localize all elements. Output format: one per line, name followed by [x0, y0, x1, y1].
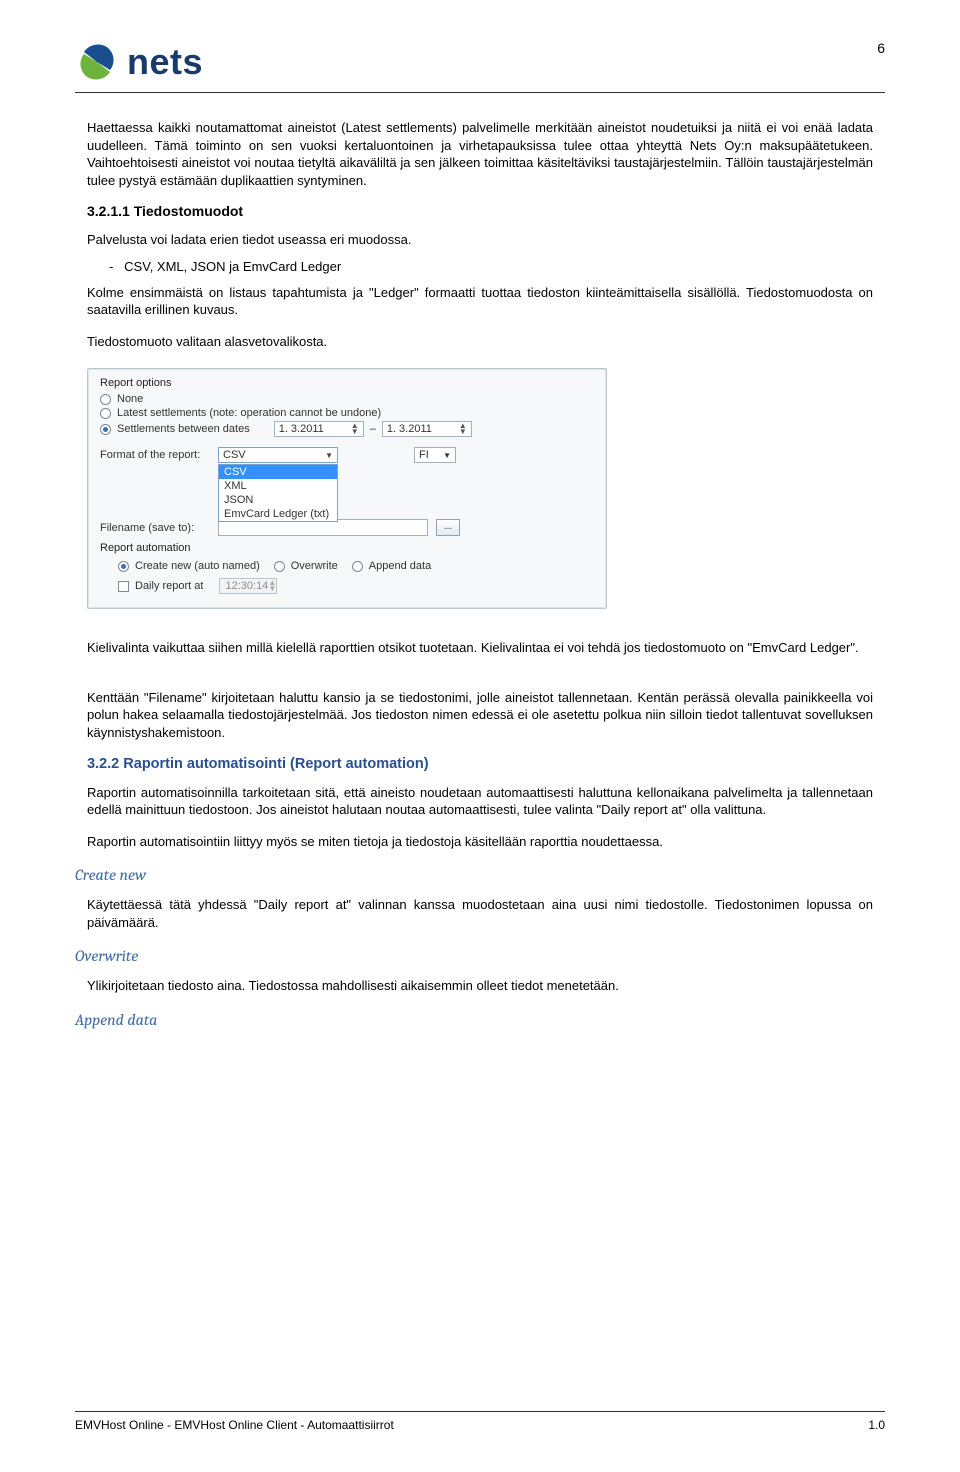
paragraph: Kenttään "Filename" kirjoitetaan haluttu… — [87, 689, 873, 742]
format-combo[interactable]: CSV ▼ CSV XML JSON EmvCard Ledger (txt) — [218, 447, 338, 463]
radio-icon — [352, 561, 363, 572]
date-from-input[interactable]: 1. 3.2011 ▲▼ — [274, 421, 364, 437]
radio-between-dates[interactable]: Settlements between dates 1. 3.2011 ▲▼ –… — [100, 421, 594, 437]
radio-none[interactable]: None — [100, 393, 594, 405]
radio-append-data[interactable]: Append data — [352, 560, 431, 572]
radio-label: Overwrite — [291, 560, 338, 572]
spinner-icon: ▲▼ — [459, 423, 467, 435]
section-heading-automation: 3.2.2 Raportin automatisointi (Report au… — [87, 756, 873, 772]
date-separator: – — [370, 423, 376, 435]
document-content: Haettaessa kaikki noutamattomat aineisto… — [75, 119, 885, 1029]
report-options-panel: Report options None Latest settlements (… — [87, 368, 607, 609]
daily-report-checkbox[interactable] — [118, 581, 129, 592]
time-value: 12:30:14 — [225, 580, 268, 592]
radio-icon — [100, 394, 111, 405]
filename-label: Filename (save to): — [100, 522, 210, 534]
section-heading-tiedostomuodot: 3.2.1.1 Tiedostomuodot — [87, 203, 873, 219]
combo-value: CSV — [223, 449, 246, 461]
page-header: nets 6 — [75, 40, 885, 93]
group-title: Report options — [100, 377, 594, 389]
format-label: Format of the report: — [100, 449, 210, 461]
radio-latest-settlements[interactable]: Latest settlements (note: operation cann… — [100, 407, 594, 419]
list-text: CSV, XML, JSON ja EmvCard Ledger — [124, 259, 341, 274]
paragraph: Käytettäessä tätä yhdessä "Daily report … — [87, 896, 873, 931]
embedded-screenshot: Report options None Latest settlements (… — [87, 368, 873, 609]
logo: nets — [75, 40, 203, 84]
group-title-automation: Report automation — [100, 542, 594, 554]
paragraph: Ylikirjoitetaan tiedosto aina. Tiedostos… — [87, 977, 873, 995]
page-number: 6 — [877, 40, 885, 56]
chevron-down-icon: ▼ — [443, 451, 451, 460]
radio-icon — [100, 408, 111, 419]
radio-overwrite[interactable]: Overwrite — [274, 560, 338, 572]
checkbox-label: Daily report at — [135, 580, 203, 592]
combo-value: FI — [419, 449, 429, 461]
subheading-append-data: Append data — [75, 1011, 873, 1029]
format-combo-dropdown: CSV XML JSON EmvCard Ledger (txt) — [218, 464, 338, 522]
spinner-icon: ▲▼ — [351, 423, 359, 435]
logo-mark-icon — [75, 40, 119, 84]
paragraph: Raportin automatisointiin liittyy myös s… — [87, 833, 873, 851]
page-footer: EMVHost Online - EMVHost Online Client -… — [75, 1411, 885, 1432]
date-to-input[interactable]: 1. 3.2011 ▲▼ — [382, 421, 472, 437]
paragraph: Kolme ensimmäistä on listaus tapahtumist… — [87, 284, 873, 319]
time-input[interactable]: 12:30:14 ▲▼ — [219, 578, 277, 594]
radio-label: None — [117, 393, 143, 405]
subheading-overwrite: Overwrite — [75, 947, 873, 965]
radio-label: Latest settlements (note: operation cann… — [117, 407, 381, 419]
language-combo[interactable]: FI ▼ — [414, 447, 456, 463]
radio-icon — [274, 561, 285, 572]
subheading-create-new: Create new — [75, 866, 873, 884]
paragraph: Tiedostomuoto valitaan alasvetovalikosta… — [87, 333, 873, 351]
spinner-icon: ▲▼ — [268, 580, 276, 592]
date-value: 1. 3.2011 — [279, 423, 324, 435]
radio-icon — [100, 424, 111, 435]
footer-right: 1.0 — [868, 1418, 885, 1432]
logo-text: nets — [127, 44, 203, 80]
combo-option[interactable]: EmvCard Ledger (txt) — [219, 507, 337, 521]
radio-label: Create new (auto named) — [135, 560, 260, 572]
browse-button[interactable]: ... — [436, 519, 460, 536]
daily-report-row: Daily report at 12:30:14 ▲▼ — [118, 578, 594, 594]
paragraph: Kielivalinta vaikuttaa siihen millä kiel… — [87, 639, 873, 657]
chevron-down-icon: ▼ — [325, 451, 333, 460]
combo-option[interactable]: XML — [219, 479, 337, 493]
radio-icon — [118, 561, 129, 572]
combo-option[interactable]: CSV — [219, 465, 337, 479]
radio-label: Append data — [369, 560, 431, 572]
paragraph: Palvelusta voi ladata erien tiedot useas… — [87, 231, 873, 249]
combo-option[interactable]: JSON — [219, 493, 337, 507]
radio-label: Settlements between dates — [117, 423, 250, 435]
paragraph: Raportin automatisoinnilla tarkoitetaan … — [87, 784, 873, 819]
list-item: - CSV, XML, JSON ja EmvCard Ledger — [109, 259, 873, 274]
date-value: 1. 3.2011 — [387, 423, 432, 435]
paragraph: Haettaessa kaikki noutamattomat aineisto… — [87, 119, 873, 189]
radio-create-new[interactable]: Create new (auto named) — [118, 560, 260, 572]
footer-left: EMVHost Online - EMVHost Online Client -… — [75, 1418, 394, 1432]
